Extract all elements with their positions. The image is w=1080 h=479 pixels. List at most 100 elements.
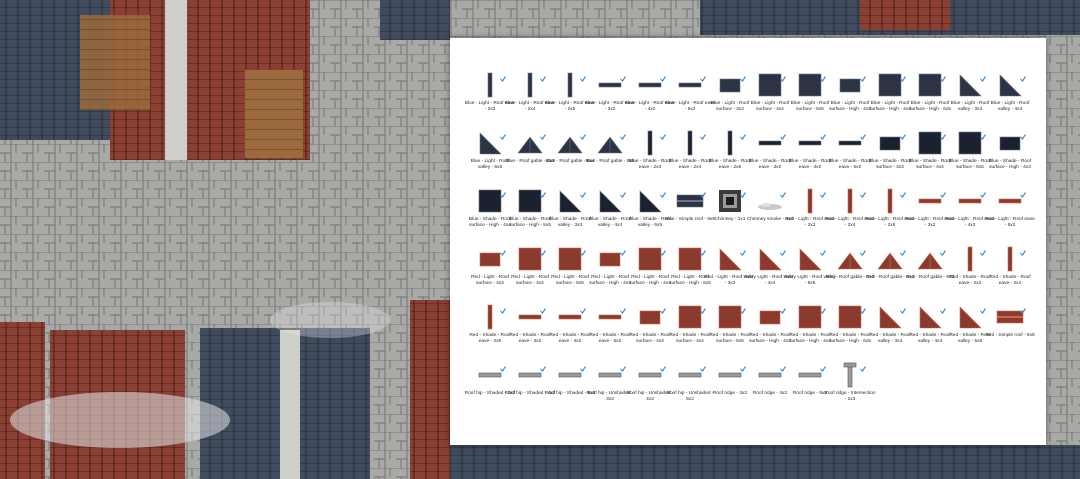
asset-tile[interactable]: Red - Light - Roof eave - 2x4: [825, 185, 875, 245]
sync-check-icon: [580, 185, 586, 198]
asset-tile[interactable]: Roof hip - Unshaded - 4x2: [627, 361, 673, 419]
asset-tile[interactable]: Blue - Shade - Roof valley - 3x3: [549, 185, 591, 245]
asset-tile[interactable]: Blue - Light - Roof eave - 2x3: [465, 71, 515, 129]
asset-tile[interactable]: Blue - Shade - Roof eave - 5x2: [829, 129, 871, 187]
sync-check-icon: [940, 69, 946, 82]
asset-tile[interactable]: Red - Shade - Roof eave - 3x2: [509, 303, 551, 361]
asset-tile[interactable]: Roof hip - Shaded - 3x2: [465, 361, 515, 419]
asset-tile[interactable]: Red - Shade - Roof eave - 2x5: [469, 303, 511, 361]
asset-tile[interactable]: Roof ridge - 4x2: [750, 361, 790, 419]
asset-tile[interactable]: Red - Shade - Roof surface - High - 4x4: [789, 303, 831, 361]
sync-check-icon: [820, 185, 826, 198]
sync-check-icon: [980, 185, 986, 198]
asset-tile[interactable]: Red - Shade - Roof eave - 2x4: [989, 245, 1031, 303]
asset-tile[interactable]: Red - Shade - Roof eave - 2x3: [949, 245, 991, 303]
asset-tile[interactable]: Blue - Shade - Roof surface - 4x3: [869, 127, 911, 187]
asset-tile[interactable]: Blue - Light - Roof surface - High - 5x5: [909, 69, 951, 129]
sync-check-icon: [860, 359, 866, 372]
asset-tile[interactable]: Roof ridge - 5x2: [790, 361, 830, 419]
asset-tile[interactable]: Red - Shade - Roof valley - 5x5: [949, 303, 991, 361]
asset-tile[interactable]: Blue - Light - Roof eave - 2x4: [505, 71, 555, 129]
asset-tile[interactable]: Roof ridge - 3x2: [710, 361, 750, 419]
asset-tile[interactable]: Blue - Light - Roof eave - 4x2: [625, 71, 675, 129]
asset-tile[interactable]: Red - Shade - Roof eave - 5x2: [589, 303, 631, 361]
asset-tile[interactable]: Red - Light - Roof surface - 4x3: [470, 245, 510, 303]
asset-tile[interactable]: Chimney - 1x1: [710, 187, 750, 245]
asset-tile[interactable]: Blue - Light - Roof surface - High - 4x4: [869, 71, 911, 129]
sync-check-icon: [980, 69, 986, 82]
asset-tile[interactable]: Blue - Light - Roof surface - 5x5: [790, 71, 830, 129]
asset-tile[interactable]: Blue - Shade - Roof valley - 4x4: [589, 187, 631, 245]
asset-tile[interactable]: Red - Light - Roof surface - 4x4: [510, 245, 550, 303]
asset-tile[interactable]: Blue - Simple roof - 8x6: [665, 187, 715, 245]
asset-tile[interactable]: Red - Light - Roof surface - High - 4x4: [629, 245, 671, 303]
asset-tile[interactable]: Red - Shade - Roof valley - 4x4: [909, 303, 951, 361]
asset-tile[interactable]: Red - Roof gable - 6x4: [866, 245, 914, 303]
asset-tile[interactable]: Red - Light - Roof valley - 3x3: [704, 245, 756, 303]
sync-check-icon: [700, 301, 706, 314]
asset-tile[interactable]: Red - Light - Roof surface - High - 5x5: [669, 245, 711, 303]
asset-tile[interactable]: Red - Shade - Roof surface - High - 5x5: [829, 303, 871, 361]
asset-tile[interactable]: Roof hip - Shaded - 5x2: [545, 361, 595, 419]
asset-tile[interactable]: Blue - Shade - Roof surface - 5x5: [949, 129, 991, 187]
asset-tile[interactable]: Blue - Shade - Roof surface - 4x4: [909, 129, 951, 187]
asset-tile[interactable]: Blue - Light - Roof surface - 4x4: [750, 71, 790, 129]
asset-tile[interactable]: Red - Light - Roof surface - 5x5: [550, 245, 590, 303]
asset-tile[interactable]: Blue - Light - Roof surface - 3x3: [710, 71, 750, 129]
asset-tile[interactable]: Roof hip - Shaded - 4x2: [505, 361, 555, 419]
asset-tile[interactable]: Blue - Shade - Roof surface - High - 5x5: [509, 187, 551, 245]
asset-tile[interactable]: Red - Light - Roof eave - 2x5: [865, 187, 915, 245]
asset-label: Blue - Light - Roof valley - 4x4: [990, 101, 1030, 112]
asset-tile[interactable]: Roof hip - Unshaded - 5x2: [667, 361, 713, 419]
asset-tile[interactable]: Blue - Light - Roof surface - High - 4x3: [829, 71, 871, 129]
asset-tile[interactable]: Red - Light - Roof valley - 4x4: [744, 245, 796, 303]
sync-check-icon: [1020, 301, 1026, 314]
asset-tile[interactable]: Red - Light - Roof surface - High - 4x3: [589, 245, 631, 303]
asset-label: Red - Light - Roof eave - 5x2: [985, 217, 1035, 228]
sync-check-icon: [860, 185, 866, 198]
asset-label: Blue - Shade - Roof surface - High - 4x3: [988, 159, 1032, 170]
asset-tile[interactable]: Red - Shade - Roof eave - 4x2: [549, 301, 591, 361]
sync-check-icon: [940, 243, 946, 256]
asset-tile[interactable]: Roof ridge - Intersection - 2x3: [824, 359, 876, 419]
asset-tile[interactable]: Blue - Roof gable - 6x4: [545, 129, 595, 187]
asset-tile[interactable]: Blue - Shade - Roof valley - 5x5: [629, 187, 671, 245]
asset-tile[interactable]: Red - Shade - Roof surface - High - 4x3: [749, 303, 791, 361]
asset-tile[interactable]: Red - Light - Roof eave - 3x2: [905, 187, 955, 245]
asset-tile[interactable]: Red - Light - Roof valley - 5x5: [784, 245, 836, 303]
asset-tile[interactable]: Blue - Shade - Roof surface - High - 4x4: [469, 187, 511, 245]
asset-tile[interactable]: Blue - Shade - Roof eave - 4x2: [789, 129, 831, 187]
asset-tile[interactable]: Blue - Shade - Roof surface - High - 4x3: [989, 127, 1031, 187]
sync-check-icon: [1020, 127, 1026, 140]
sync-check-icon: [500, 243, 506, 256]
asset-tile[interactable]: Blue - Light - Roof eave - 2x5: [545, 71, 595, 129]
asset-tile[interactable]: Blue - Light - Roof eave - 5x2: [665, 69, 715, 129]
asset-tile[interactable]: Red - Light - Roof eave - 2x3: [785, 185, 835, 245]
asset-tile[interactable]: Red - Shade - Roof valley - 3x3: [869, 303, 911, 361]
asset-tile[interactable]: Red - Shade - Roof surface - 4x3: [629, 303, 671, 361]
asset-tile[interactable]: Blue - Light - Roof valley - 4x4: [990, 71, 1030, 129]
asset-tile[interactable]: Blue - Shade - Roof eave - 2x4: [669, 129, 711, 187]
asset-label: Roof ridge - Intersection - 2x3: [824, 391, 876, 402]
sync-check-icon: [740, 127, 746, 140]
asset-tile[interactable]: Red - Roof gable - 4x3: [826, 245, 874, 303]
asset-tile[interactable]: Blue - Shade - Roof eave - 2x3: [629, 129, 671, 187]
asset-tile[interactable]: Blue - Light - Roof eave - 3x2: [585, 71, 635, 129]
asset-tile[interactable]: Red - Light - Roof eave - 4x2: [945, 185, 995, 245]
asset-tile[interactable]: Red - Roof gable - 8x5: [906, 243, 954, 303]
asset-tile[interactable]: Blue - Light - Roof valley - 5x5: [470, 129, 510, 187]
sync-check-icon: [580, 301, 586, 314]
asset-tile[interactable]: Roof hip - Unshaded - 3x2: [587, 361, 633, 419]
asset-tile[interactable]: Red - Simple roof - 8x6: [985, 301, 1035, 361]
asset-tile[interactable]: Blue - Roof gable - 4x3: [505, 129, 555, 187]
sync-check-icon: [900, 127, 906, 140]
asset-tile[interactable]: Red - Shade - Roof surface - 5x5: [709, 303, 751, 361]
asset-tile[interactable]: Blue - Shade - Roof eave - 2x5: [709, 127, 751, 187]
asset-tile[interactable]: Red - Light - Roof eave - 5x2: [985, 187, 1035, 245]
asset-tile[interactable]: Red - Shade - Roof surface - 4x4: [669, 301, 711, 361]
sync-check-icon: [700, 69, 706, 82]
asset-tile[interactable]: Blue - Shade - Roof eave - 3x2: [749, 129, 791, 187]
asset-tile[interactable]: Blue - Roof gable - 8x5: [585, 129, 635, 187]
asset-tile[interactable]: Blue - Light - Roof valley - 3x3: [950, 71, 990, 129]
asset-tile[interactable]: Chimney smoke - 8x3: [747, 187, 793, 245]
